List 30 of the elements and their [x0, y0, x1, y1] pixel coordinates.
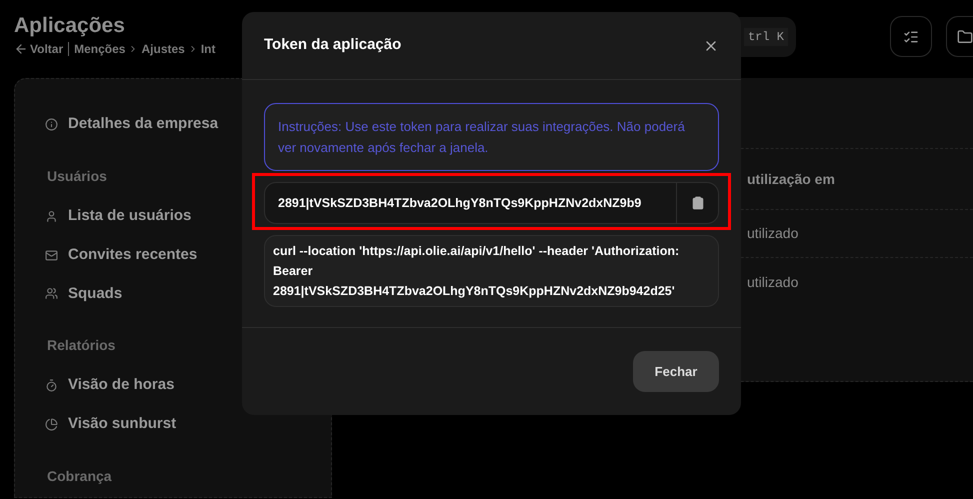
token-field[interactable]: 2891|tVSkSZD3BH4TZbva2OLhgY8nTQs9KppHZNv2dxNZ9b9 [264, 182, 677, 224]
breadcrumb-link[interactable]: Ajustes [141, 40, 185, 58]
breadcrumb-link[interactable]: Menções [74, 40, 126, 58]
page-title: Aplicações [14, 13, 126, 39]
shortcut-key: trl K [744, 28, 788, 46]
dialog-title: Token da aplicação [264, 35, 402, 56]
sidebar-item-icon [45, 118, 58, 131]
sidebar-item-icon [45, 248, 58, 262]
close-dialog-button[interactable]: Fechar [633, 351, 719, 392]
breadcrumb-link[interactable]: Int [200, 40, 216, 58]
column-header: utilização em [747, 170, 835, 189]
table-cell-text: utilizado [747, 272, 798, 292]
copy-button[interactable] [677, 182, 719, 224]
sidebar-item-icon [45, 379, 58, 392]
instructions-text: Instruções: Use este token para realizar suas integrações. Não poderá ver novamente após fechar a janela. [278, 119, 685, 155]
table-cell-text: utilizado [747, 224, 798, 243]
section-heading: Relatórios [47, 336, 116, 356]
checklist-button[interactable] [890, 16, 932, 57]
sidebar-item-icon [45, 210, 58, 223]
sidebar-item[interactable]: Visão de horas [45, 366, 331, 406]
checklist-icon [903, 28, 919, 44]
curl-command: curl --location 'https://api.olie.ai/api/v1/hello' --header 'Authorization: Bearer 2891|tVSkSZD3BH4TZbva2OLhgY8nTQs9KppHZNv2dxNZ9b942d25' [273, 244, 680, 298]
section-heading: Usuários [47, 166, 108, 186]
back-link[interactable]: Voltar [14, 40, 64, 58]
clipboard-icon [690, 196, 704, 210]
sidebar-item-icon [45, 418, 58, 432]
section-heading: Cobrança [47, 466, 113, 486]
sidebar-item-icon [45, 287, 58, 300]
sidebar-item[interactable]: Visão sunburst [45, 405, 331, 444]
folder-icon [957, 28, 973, 44]
